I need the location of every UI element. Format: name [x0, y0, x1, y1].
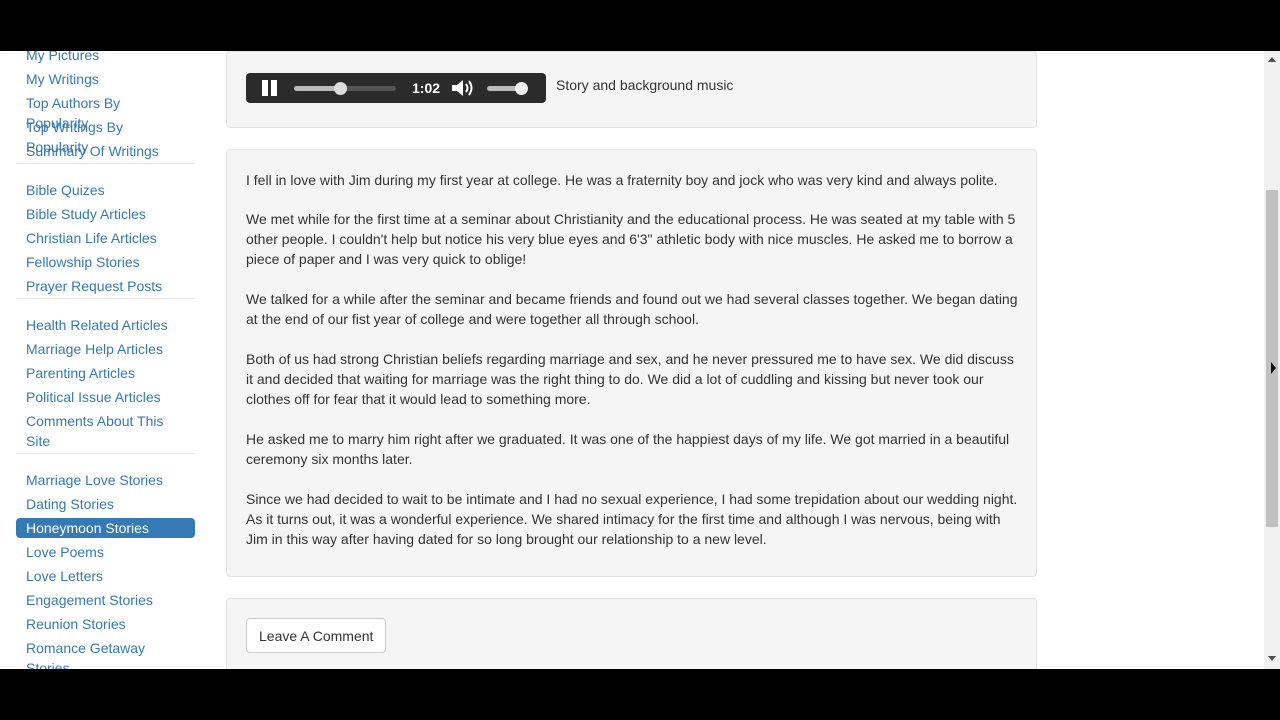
sidebar-item-dating-stories[interactable]: Dating Stories — [16, 494, 195, 514]
sidebar-item-political-issue-articles[interactable]: Political Issue Articles — [16, 387, 195, 407]
story-paragraph: We met while for the first time at a sem… — [246, 211, 1016, 267]
sidebar-divider — [16, 298, 195, 299]
sidebar-item-romance-getaway-stories[interactable]: Romance Getaway Stories — [16, 638, 195, 669]
sidebar-item-marriage-help-articles[interactable]: Marriage Help Articles — [16, 339, 195, 359]
sidebar-item-honeymoon-stories[interactable]: Honeymoon Stories — [16, 518, 195, 538]
sidebar-item-my-writings[interactable]: My Writings — [16, 69, 195, 89]
sidebar-item-comments-about-this-site[interactable]: Comments About This Site — [16, 411, 195, 451]
elapsed-time: 1:02 — [412, 80, 441, 96]
sidebar-item-health-related-articles[interactable]: Health Related Articles — [16, 315, 195, 335]
sidebar-item-summary-of-writings[interactable]: Summary Of Writings — [16, 141, 195, 161]
sidebar-item-parenting-articles[interactable]: Parenting Articles — [16, 363, 195, 383]
sidebar-item-fellowship-stories[interactable]: Fellowship Stories — [16, 252, 195, 272]
pause-icon[interactable] — [261, 80, 279, 96]
page-scrollbar[interactable] — [1264, 51, 1280, 669]
sidebar-item-my-pictures[interactable]: My Pictures — [16, 51, 195, 65]
seek-slider[interactable] — [294, 82, 396, 95]
story-paragraph: Since we had decided to wait to be intim… — [246, 491, 1018, 547]
page-viewport: My Pictures My Writings Top Authors By Pop… — [0, 51, 1280, 669]
story-paragraph: He asked me to marry him right after we … — [246, 431, 1010, 467]
player-label: Story and background music — [556, 77, 734, 93]
mouse-cursor-icon — [1271, 362, 1276, 374]
sidebar-item-christian-life-articles[interactable]: Christian Life Articles — [16, 228, 195, 248]
leave-comment-button[interactable]: Leave A Comment — [246, 618, 387, 653]
volume-icon[interactable] — [451, 79, 477, 97]
story-paragraph: I fell in love with Jim during my first … — [246, 172, 998, 188]
volume-slider[interactable] — [487, 82, 529, 95]
scroll-down-arrow-icon[interactable] — [1268, 656, 1276, 661]
sidebar-divider — [16, 163, 195, 164]
sidebar-item-reunion-stories[interactable]: Reunion Stories — [16, 614, 195, 634]
sidebar-item-prayer-request-posts[interactable]: Prayer Request Posts — [16, 276, 195, 296]
scroll-up-arrow-icon[interactable] — [1268, 57, 1276, 62]
story-paragraph: We talked for a while after the seminar … — [246, 291, 1018, 327]
sidebar-divider — [16, 453, 195, 454]
sidebar-item-marriage-love-stories[interactable]: Marriage Love Stories — [16, 470, 195, 490]
sidebar-item-love-poems[interactable]: Love Poems — [16, 542, 195, 562]
seek-handle[interactable] — [333, 82, 347, 95]
audio-panel: 1:02 Story and background music — [226, 51, 1037, 128]
story-panel: I fell in love with Jim during my first … — [226, 149, 1037, 577]
audio-player: 1:02 — [246, 73, 546, 103]
sidebar-item-bible-quizes[interactable]: Bible Quizes — [16, 180, 195, 200]
comment-panel: Leave A Comment — [226, 598, 1037, 669]
story-paragraph: Both of us had strong Christian beliefs … — [246, 351, 1014, 407]
sidebar-item-love-letters[interactable]: Love Letters — [16, 566, 195, 586]
sidebar-item-bible-study-articles[interactable]: Bible Study Articles — [16, 204, 195, 224]
volume-handle[interactable] — [515, 82, 529, 95]
sidebar-item-engagement-stories[interactable]: Engagement Stories — [16, 590, 195, 610]
scrollbar-thumb[interactable] — [1266, 190, 1278, 527]
